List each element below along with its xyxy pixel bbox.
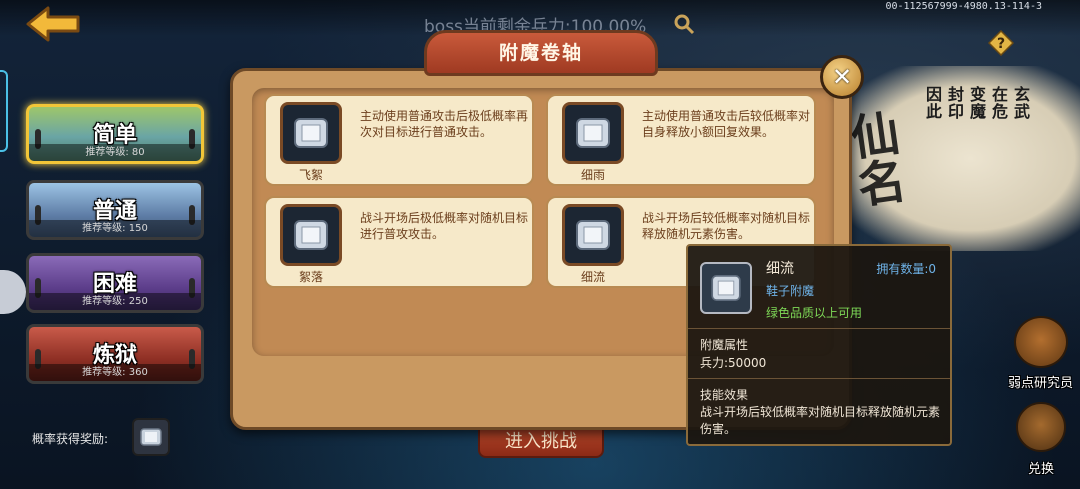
enchant-icon: [562, 102, 624, 164]
enchant-card[interactable]: 细雨 主动使用普通攻击后较低概率对自身释放小额回复效果。: [546, 94, 816, 186]
enchant-card[interactable]: 絮落 战斗开场后极低概率对随机目标进行普攻攻击。: [264, 196, 534, 288]
back-button[interactable]: [24, 4, 82, 44]
tooltip-quality: 绿色品质以上可用: [766, 306, 863, 320]
enchant-name: 絮落: [298, 270, 323, 284]
difficulty-level: 推荐等级: 150: [29, 220, 201, 237]
calligraphy-column: 因此: [923, 86, 942, 120]
difficulty-easy[interactable]: 简单 推荐等级: 80: [26, 104, 204, 164]
tooltip-effect-heading: 技能效果: [700, 388, 749, 402]
enchant-desc: 战斗开场后较低概率对随机目标释放随机元素伤害。: [642, 211, 811, 241]
tooltip-count: 拥有数量:0: [876, 262, 936, 276]
difficulty-level: 推荐等级: 80: [29, 144, 201, 161]
magnifier-icon[interactable]: [672, 12, 696, 36]
reward-label: 概率获得奖励:: [32, 432, 109, 446]
weak-researcher-icon[interactable]: [1014, 316, 1068, 368]
enchant-name: 细流: [580, 270, 605, 284]
calligraphy-text: 玄武 在危 变魔 封印 因此: [905, 86, 1030, 226]
enchant-card[interactable]: 飞絮 主动使用普通攻击后极低概率再次对目标进行普通攻击。: [264, 94, 534, 186]
enchant-icon: [562, 204, 624, 266]
difficulty-hard[interactable]: 困难 推荐等级: 250: [26, 253, 204, 313]
tooltip-attr-value: 兵力:50000: [700, 356, 767, 370]
help-icon[interactable]: ?: [987, 29, 1015, 57]
calligraphy-column: 玄武: [1011, 86, 1030, 120]
difficulty-level: 推荐等级: 250: [29, 293, 201, 310]
enchant-desc: 主动使用普通攻击后较低概率对自身释放小额回复效果。: [642, 109, 811, 139]
enchant-desc: 战斗开场后极低概率对随机目标进行普攻攻击。: [360, 211, 529, 241]
svg-text:?: ?: [997, 36, 1005, 52]
enchant-name: 细雨: [580, 168, 605, 182]
tooltip-type: 鞋子附魔: [766, 284, 815, 298]
enchant-tooltip: 细流 拥有数量:0 鞋子附魔 绿色品质以上可用 附魔属性 兵力:50000 技能…: [686, 244, 952, 446]
close-icon: ✕: [831, 63, 853, 91]
calligraphy-column: 在危: [989, 86, 1008, 120]
exchange-icon[interactable]: [1016, 402, 1066, 452]
panel-title: 附魔卷轴: [424, 30, 658, 76]
enchant-desc: 主动使用普通攻击后极低概率再次对目标进行普通攻击。: [360, 109, 529, 139]
tooltip-name: 细流: [766, 261, 794, 277]
enchant-name: 飞絮: [298, 168, 323, 182]
difficulty-normal[interactable]: 普通 推荐等级: 150: [26, 180, 204, 240]
divider: [688, 378, 950, 379]
back-arrow-icon: [26, 6, 80, 42]
calligraphy-column: 封印: [945, 86, 964, 120]
side-edge-tab[interactable]: [0, 70, 8, 152]
enchant-icon: [280, 204, 342, 266]
reward-item[interactable]: [132, 418, 170, 456]
difficulty-hell[interactable]: 炼狱 推荐等级: 360: [26, 324, 204, 384]
calligraphy-column: 变魔: [967, 86, 986, 120]
close-button[interactable]: ✕: [820, 55, 864, 99]
enchant-icon: [280, 102, 342, 164]
exchange-label: 兑换: [1028, 462, 1055, 477]
enchant-icon: [700, 262, 752, 314]
weak-researcher-label: 弱点研究员: [1008, 376, 1074, 391]
tooltip-attr-heading: 附魔属性: [700, 338, 749, 352]
scroll-icon: [140, 428, 162, 446]
divider: [688, 328, 950, 329]
difficulty-level: 推荐等级: 360: [29, 364, 201, 381]
server-id: 00-112567999-4980.13-114-3: [885, 1, 1042, 12]
tooltip-effect-value: 战斗开场后较低概率对随机目标释放随机元素伤害。: [700, 405, 941, 436]
